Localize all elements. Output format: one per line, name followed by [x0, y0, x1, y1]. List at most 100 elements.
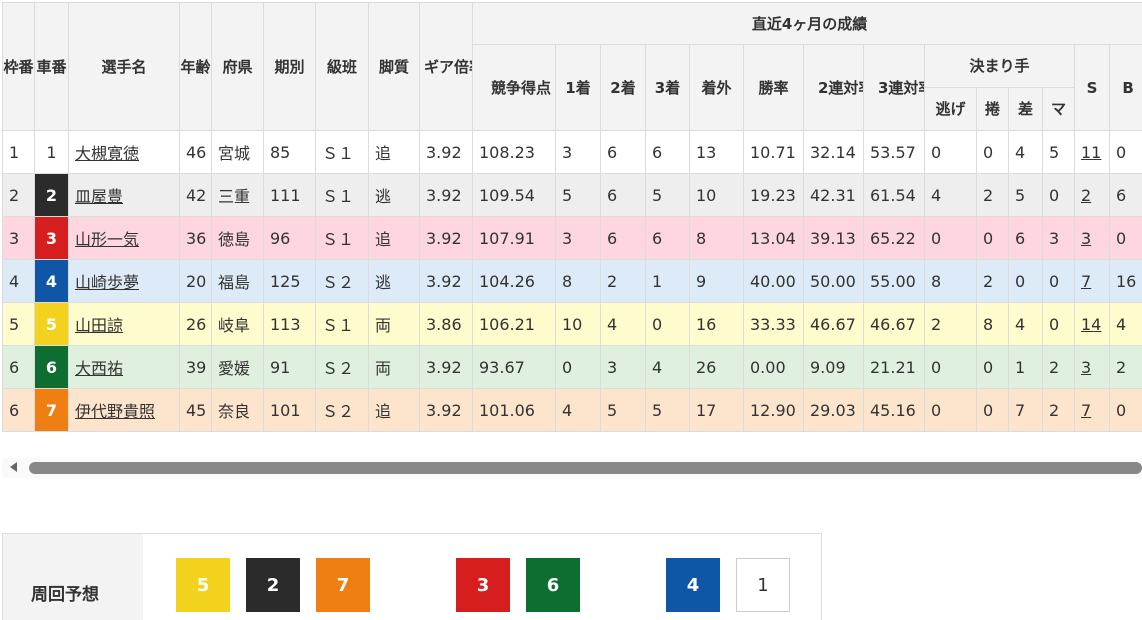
racer-name-link[interactable]: 皿屋豊 — [75, 187, 123, 206]
cell-age: 39 — [179, 345, 212, 389]
forecast-title-cell: 周回予想 — [3, 534, 143, 620]
cell-style: 逃 — [368, 173, 420, 217]
s-count-link[interactable]: 7 — [1081, 272, 1091, 291]
cell-r2: 9.09 — [803, 345, 864, 389]
cell-gear: 3.92 — [419, 388, 473, 432]
cell-term: 96 — [263, 216, 316, 260]
cell-cls: Ｓ２ — [315, 345, 369, 389]
header-third: 3着 — [645, 44, 690, 131]
cell-sashi: 4 — [1008, 302, 1043, 346]
cell-second: 3 — [600, 345, 646, 389]
racer-name-cell: 山形一気 — [68, 216, 180, 260]
forecast-car-box: 5 — [176, 558, 230, 612]
forecast-car-box: 2 — [246, 558, 300, 612]
cell-age: 26 — [179, 302, 212, 346]
cell-waku: 3 — [2, 216, 35, 260]
cell-b: 0 — [1108, 216, 1142, 260]
car-number-badge: 6 — [34, 345, 69, 389]
cell-win: 0.00 — [743, 345, 804, 389]
cell-makuri: 0 — [976, 345, 1009, 389]
cell-nige: 0 — [924, 388, 977, 432]
header-recent-results: 直近4ヶ月の成績 — [471, 2, 1142, 45]
cell-nige: 2 — [924, 302, 977, 346]
cell-style: 両 — [368, 302, 420, 346]
cell-r3: 46.67 — [863, 302, 925, 346]
cell-age: 20 — [179, 259, 212, 303]
cell-style: 追 — [368, 130, 420, 174]
header-class: 級班 — [315, 2, 369, 131]
scroll-left-arrow-icon[interactable] — [10, 462, 17, 472]
racer-name-link[interactable]: 山田諒 — [75, 316, 123, 335]
s-count-link[interactable]: 14 — [1081, 315, 1101, 334]
horizontal-scrollbar[interactable] — [2, 458, 1142, 478]
header-racer-name: 選手名 — [68, 2, 180, 131]
cell-gear: 3.92 — [419, 259, 473, 303]
cell-first: 8 — [555, 259, 601, 303]
cell-second: 4 — [600, 302, 646, 346]
racer-name-link[interactable]: 山崎歩夢 — [75, 273, 139, 292]
racer-row: 3 3 山形一気 36 徳島 96 Ｓ１ 追 3.92 107.91 3 6 6 8 13.04 39.13 6… — [2, 216, 1142, 260]
forecast-car-box: 3 — [456, 558, 510, 612]
cell-mark: 0 — [1042, 173, 1075, 217]
cell-nige: 0 — [924, 130, 977, 174]
s-count-cell: 2 — [1074, 173, 1110, 217]
cell-cls: Ｓ１ — [315, 216, 369, 260]
car-number-badge: 2 — [34, 173, 69, 217]
racer-name-link[interactable]: 大西祐 — [75, 359, 123, 378]
s-count-link[interactable]: 11 — [1081, 143, 1101, 162]
cell-out: 10 — [689, 173, 744, 217]
cell-gear: 3.86 — [419, 302, 473, 346]
header-rate3: 3連対率 — [863, 44, 925, 131]
cell-b: 4 — [1108, 302, 1142, 346]
cell-waku: 6 — [2, 388, 35, 432]
racer-row: 6 6 大西祐 39 愛媛 91 Ｓ２ 両 3.92 93.67 0 3 4 26 0.00 9.09 21.2… — [2, 345, 1142, 389]
cell-pref: 愛媛 — [211, 345, 264, 389]
header-out: 着外 — [689, 44, 744, 131]
lap-forecast-panel: 周回予想 527 36 41 — [2, 533, 822, 620]
cell-out: 9 — [689, 259, 744, 303]
cell-pref: 岐阜 — [211, 302, 264, 346]
s-count-link[interactable]: 3 — [1081, 229, 1091, 248]
cell-sashi: 5 — [1008, 173, 1043, 217]
racer-name-cell: 大槻寛徳 — [68, 130, 180, 174]
s-count-link[interactable]: 3 — [1081, 358, 1091, 377]
header-b: B — [1108, 44, 1142, 131]
cell-r3: 55.00 — [863, 259, 925, 303]
cell-style: 追 — [368, 388, 420, 432]
s-count-cell: 14 — [1074, 302, 1110, 346]
cell-points: 109.54 — [472, 173, 556, 217]
cell-mark: 2 — [1042, 345, 1075, 389]
racer-name-link[interactable]: 大槻寛徳 — [75, 144, 139, 163]
header-waku: 枠番 — [2, 2, 35, 131]
cell-makuri: 0 — [976, 388, 1009, 432]
cell-mark: 0 — [1042, 259, 1075, 303]
cell-mark: 2 — [1042, 388, 1075, 432]
cell-b: 2 — [1108, 345, 1142, 389]
racer-name-cell: 山崎歩夢 — [68, 259, 180, 303]
header-prefecture: 府県 — [211, 2, 264, 131]
racer-row: 5 5 山田諒 26 岐阜 113 Ｓ１ 両 3.86 106.21 10 4 0 16 33.33 46.6… — [2, 302, 1142, 346]
cell-mark: 3 — [1042, 216, 1075, 260]
cell-pref: 宮城 — [211, 130, 264, 174]
cell-sashi: 7 — [1008, 388, 1043, 432]
cell-b: 0 — [1108, 388, 1142, 432]
cell-waku: 5 — [2, 302, 35, 346]
cell-style: 逃 — [368, 259, 420, 303]
cell-points: 106.21 — [472, 302, 556, 346]
s-count-link[interactable]: 7 — [1081, 401, 1091, 420]
scroll-thumb[interactable] — [29, 462, 1142, 474]
cell-r2: 29.03 — [803, 388, 864, 432]
cell-makuri: 0 — [976, 216, 1009, 260]
racer-row: 6 7 伊代野貴照 45 奈良 101 Ｓ２ 追 3.92 101.06 4 5 5 17 12.90 29.… — [2, 388, 1142, 432]
racer-name-link[interactable]: 山形一気 — [75, 230, 139, 249]
racer-name-cell: 山田諒 — [68, 302, 180, 346]
cell-style: 両 — [368, 345, 420, 389]
header-sashi: 差 — [1008, 87, 1043, 131]
cell-pref: 奈良 — [211, 388, 264, 432]
cell-first: 3 — [555, 130, 601, 174]
header-points: 競争得点 — [472, 44, 556, 131]
s-count-link[interactable]: 2 — [1081, 186, 1091, 205]
cell-makuri: 8 — [976, 302, 1009, 346]
header-kimarite: 決まり手 — [924, 44, 1075, 88]
racer-name-link[interactable]: 伊代野貴照 — [75, 402, 155, 421]
